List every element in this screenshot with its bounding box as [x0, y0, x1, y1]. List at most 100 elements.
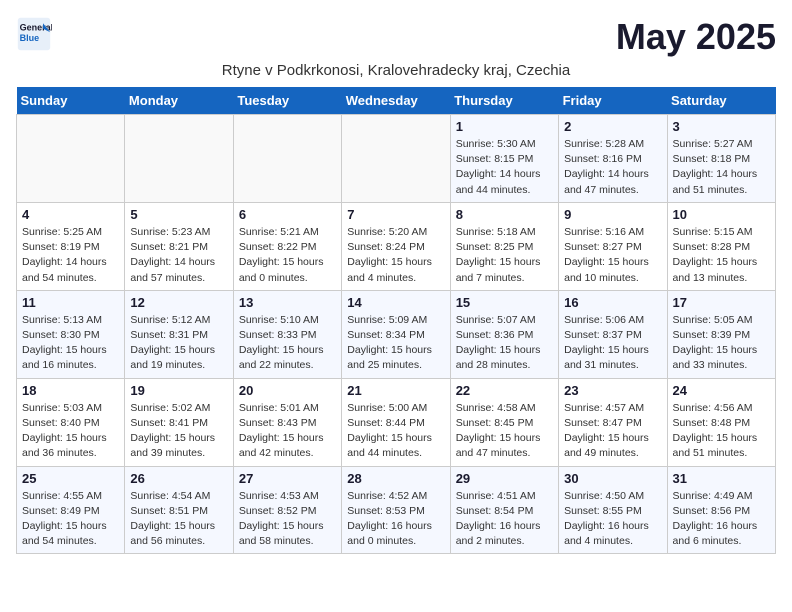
day-number: 28 [347, 471, 444, 486]
calendar-cell: 6 Sunrise: 5:21 AMSunset: 8:22 PMDaylight… [233, 202, 341, 290]
day-number: 17 [673, 295, 770, 310]
calendar-cell: 3Sunrise: 5:27 AMSunset: 8:18 PMDaylight… [667, 115, 775, 203]
day-info: Sunrise: 5:23 AMSunset: 8:21 PMDaylight:… [130, 225, 227, 286]
calendar-cell: 17Sunrise: 5:05 AMSunset: 8:39 PMDayligh… [667, 290, 775, 378]
calendar-cell [125, 115, 233, 203]
day-info: Sunrise: 5:07 AMSunset: 8:36 PMDaylight:… [456, 313, 553, 374]
calendar-table: SundayMondayTuesdayWednesdayThursdayFrid… [16, 87, 776, 554]
calendar-cell: 29 Sunrise: 4:51 AMSunset: 8:54 PMDayligh… [450, 466, 558, 554]
calendar-week-4: 18 Sunrise: 5:03 AMSunset: 8:40 PMDayligh… [17, 378, 776, 466]
day-header-tuesday: Tuesday [233, 87, 341, 115]
calendar-cell: 21Sunrise: 5:00 AMSunset: 8:44 PMDayligh… [342, 378, 450, 466]
day-number: 13 [239, 295, 336, 310]
calendar-cell: 18 Sunrise: 5:03 AMSunset: 8:40 PMDayligh… [17, 378, 125, 466]
day-info: Sunrise: 5:06 AMSunset: 8:37 PMDaylight:… [564, 313, 661, 374]
day-number: 18 [22, 383, 119, 398]
day-info: Sunrise: 4:55 AMSunset: 8:49 PMDaylight:… [22, 489, 119, 550]
day-info: Sunrise: 4:56 AMSunset: 8:48 PMDaylight:… [673, 401, 770, 462]
day-number: 9 [564, 207, 661, 222]
calendar-cell: 1Sunrise: 5:30 AMSunset: 8:15 PMDaylight… [450, 115, 558, 203]
calendar-week-5: 25 Sunrise: 4:55 AMSunset: 8:49 PMDayligh… [17, 466, 776, 554]
calendar-cell: 26Sunrise: 4:54 AMSunset: 8:51 PMDayligh… [125, 466, 233, 554]
day-number: 7 [347, 207, 444, 222]
day-info: Sunrise: 5:13 AMSunset: 8:30 PMDaylight:… [22, 313, 119, 374]
calendar-cell [17, 115, 125, 203]
calendar-cell: 19 Sunrise: 5:02 AMSunset: 8:41 PMDayligh… [125, 378, 233, 466]
day-info: Sunrise: 5:01 AMSunset: 8:43 PMDaylight:… [239, 401, 336, 462]
day-header-sunday: Sunday [17, 87, 125, 115]
calendar-cell: 24 Sunrise: 4:56 AMSunset: 8:48 PMDayligh… [667, 378, 775, 466]
day-number: 24 [673, 383, 770, 398]
day-info: Sunrise: 5:10 AMSunset: 8:33 PMDaylight:… [239, 313, 336, 374]
calendar-title: May 2025 [616, 16, 776, 58]
day-number: 16 [564, 295, 661, 310]
calendar-cell: 12 Sunrise: 5:12 AMSunset: 8:31 PMDayligh… [125, 290, 233, 378]
day-number: 25 [22, 471, 119, 486]
day-number: 30 [564, 471, 661, 486]
calendar-cell [233, 115, 341, 203]
day-info: Sunrise: 5:30 AMSunset: 8:15 PMDaylight:… [456, 137, 553, 198]
day-info: Sunrise: 4:49 AMSunset: 8:56 PMDaylight:… [673, 489, 770, 550]
day-number: 20 [239, 383, 336, 398]
day-number: 29 [456, 471, 553, 486]
calendar-week-3: 11 Sunrise: 5:13 AMSunset: 8:30 PMDayligh… [17, 290, 776, 378]
day-info: Sunrise: 4:58 AMSunset: 8:45 PMDaylight:… [456, 401, 553, 462]
day-info: Sunrise: 5:28 AMSunset: 8:16 PMDaylight:… [564, 137, 661, 198]
calendar-cell [342, 115, 450, 203]
day-info: Sunrise: 4:50 AMSunset: 8:55 PMDaylight:… [564, 489, 661, 550]
day-info: Sunrise: 4:53 AMSunset: 8:52 PMDaylight:… [239, 489, 336, 550]
day-info: Sunrise: 4:52 AMSunset: 8:53 PMDaylight:… [347, 489, 444, 550]
calendar-cell: 15 Sunrise: 5:07 AMSunset: 8:36 PMDayligh… [450, 290, 558, 378]
day-number: 15 [456, 295, 553, 310]
day-number: 10 [673, 207, 770, 222]
day-info: Sunrise: 5:16 AMSunset: 8:27 PMDaylight:… [564, 225, 661, 286]
day-info: Sunrise: 4:57 AMSunset: 8:47 PMDaylight:… [564, 401, 661, 462]
svg-text:General: General [20, 22, 52, 32]
calendar-cell: 5 Sunrise: 5:23 AMSunset: 8:21 PMDaylight… [125, 202, 233, 290]
day-info: Sunrise: 5:18 AMSunset: 8:25 PMDaylight:… [456, 225, 553, 286]
day-info: Sunrise: 4:51 AMSunset: 8:54 PMDaylight:… [456, 489, 553, 550]
day-info: Sunrise: 5:20 AMSunset: 8:24 PMDaylight:… [347, 225, 444, 286]
calendar-subtitle: Rtyne v Podkrkonosi, Kralovehradecky kra… [16, 62, 776, 79]
day-number: 14 [347, 295, 444, 310]
day-number: 5 [130, 207, 227, 222]
day-number: 6 [239, 207, 336, 222]
day-info: Sunrise: 5:15 AMSunset: 8:28 PMDaylight:… [673, 225, 770, 286]
day-number: 27 [239, 471, 336, 486]
calendar-cell: 30 Sunrise: 4:50 AMSunset: 8:55 PMDayligh… [559, 466, 667, 554]
calendar-cell: 25 Sunrise: 4:55 AMSunset: 8:49 PMDayligh… [17, 466, 125, 554]
day-number: 11 [22, 295, 119, 310]
day-number: 3 [673, 119, 770, 134]
day-number: 2 [564, 119, 661, 134]
calendar-cell: 8 Sunrise: 5:18 AMSunset: 8:25 PMDaylight… [450, 202, 558, 290]
calendar-cell: 4Sunrise: 5:25 AMSunset: 8:19 PMDaylight… [17, 202, 125, 290]
day-number: 12 [130, 295, 227, 310]
calendar-cell: 14 Sunrise: 5:09 AMSunset: 8:34 PMDayligh… [342, 290, 450, 378]
day-info: Sunrise: 5:03 AMSunset: 8:40 PMDaylight:… [22, 401, 119, 462]
calendar-cell: 23 Sunrise: 4:57 AMSunset: 8:47 PMDayligh… [559, 378, 667, 466]
calendar-week-2: 4Sunrise: 5:25 AMSunset: 8:19 PMDaylight… [17, 202, 776, 290]
day-header-wednesday: Wednesday [342, 87, 450, 115]
day-header-friday: Friday [559, 87, 667, 115]
calendar-cell: 28 Sunrise: 4:52 AMSunset: 8:53 PMDayligh… [342, 466, 450, 554]
day-number: 23 [564, 383, 661, 398]
calendar-cell: 22Sunrise: 4:58 AMSunset: 8:45 PMDayligh… [450, 378, 558, 466]
calendar-cell: 16 Sunrise: 5:06 AMSunset: 8:37 PMDayligh… [559, 290, 667, 378]
logo-icon: General Blue [16, 16, 52, 52]
day-info: Sunrise: 5:21 AMSunset: 8:22 PMDaylight:… [239, 225, 336, 286]
day-info: Sunrise: 4:54 AMSunset: 8:51 PMDaylight:… [130, 489, 227, 550]
calendar-cell: 2 Sunrise: 5:28 AMSunset: 8:16 PMDaylight… [559, 115, 667, 203]
logo: General Blue [16, 16, 52, 52]
day-number: 4 [22, 207, 119, 222]
day-number: 21 [347, 383, 444, 398]
day-number: 8 [456, 207, 553, 222]
day-info: Sunrise: 5:12 AMSunset: 8:31 PMDaylight:… [130, 313, 227, 374]
calendar-week-1: 1Sunrise: 5:30 AMSunset: 8:15 PMDaylight… [17, 115, 776, 203]
calendar-cell: 9 Sunrise: 5:16 AMSunset: 8:27 PMDaylight… [559, 202, 667, 290]
day-number: 19 [130, 383, 227, 398]
day-info: Sunrise: 5:02 AMSunset: 8:41 PMDaylight:… [130, 401, 227, 462]
header: General Blue May 2025 [16, 16, 776, 58]
day-info: Sunrise: 5:09 AMSunset: 8:34 PMDaylight:… [347, 313, 444, 374]
svg-text:Blue: Blue [20, 33, 40, 43]
day-header-saturday: Saturday [667, 87, 775, 115]
